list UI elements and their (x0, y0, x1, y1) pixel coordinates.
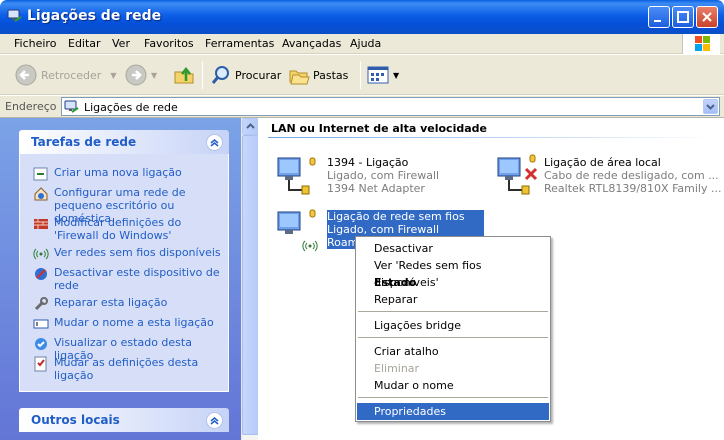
network-tasks-title: Tarefas de rede (31, 135, 137, 149)
chevron-down-icon (706, 104, 715, 110)
close-button[interactable] (696, 6, 718, 28)
task-change-settings[interactable]: Mudar as definições desta ligação (33, 356, 223, 382)
search-icon (211, 66, 229, 84)
folders-icon (289, 70, 310, 85)
new-connection-icon (33, 167, 48, 181)
menu-item-disable[interactable]: Desactivar (357, 240, 549, 257)
connection-name: Ligação de área local (544, 156, 661, 169)
network-tasks-header[interactable]: Tarefas de rede (19, 130, 229, 154)
status-icon (35, 338, 47, 350)
network-adapter-icon (277, 157, 316, 195)
menu-ferramentas[interactable]: Ferramentas (205, 37, 274, 50)
search-button[interactable]: Procurar (210, 64, 281, 86)
menu-item-bridge[interactable]: Ligações bridge (357, 317, 549, 334)
address-label: Endereço (5, 100, 57, 113)
minimize-button[interactable] (648, 6, 670, 28)
menu-item-repair[interactable]: Reparar (357, 291, 549, 308)
views-dropdown-icon: ▼ (393, 70, 400, 80)
settings-icon (34, 356, 47, 372)
home-network-icon (34, 187, 48, 201)
left-pane-scrollbar[interactable] (241, 118, 259, 440)
views-button[interactable]: ▼ (366, 64, 399, 86)
section-divider (268, 137, 718, 138)
menu-item-rename[interactable]: Mudar o nome (357, 377, 549, 394)
toolbar: Retroceder ▼ ▼ Procurar Pastas ▼ (0, 55, 724, 95)
title-bar: Ligações de rede (0, 0, 724, 34)
address-value: Ligações de rede (84, 101, 178, 114)
up-folder-button[interactable] (172, 64, 196, 86)
connection-name: 1394 - Ligação (327, 156, 409, 169)
connection-device: Realtek RTL8139/810X Family ... (544, 182, 722, 195)
task-view-wireless[interactable]: Ver redes sem fios disponíveis (33, 246, 223, 262)
maximize-icon (677, 11, 689, 23)
collapse-icon[interactable] (206, 134, 223, 151)
address-bar: Endereço Ligações de rede (0, 96, 724, 118)
section-title: LAN ou Internet de alta velocidade (271, 122, 487, 135)
task-firewall-settings[interactable]: Modificar definições do 'Firewall do Win… (33, 216, 223, 242)
close-icon (702, 12, 712, 22)
context-menu: Desactivar Ver 'Redes sem fios disponíve… (355, 236, 551, 422)
task-create-connection[interactable]: Criar uma nova ligação (33, 166, 223, 182)
network-connections-icon (7, 9, 22, 22)
address-field[interactable]: Ligações de rede (61, 97, 720, 116)
task-pane: Tarefas de rede Criar uma nova ligação C… (0, 118, 241, 440)
menu-ajuda[interactable]: Ajuda (350, 37, 381, 50)
menu-item-status[interactable]: Estado (357, 274, 549, 291)
menu-item-properties[interactable]: Propriedades (357, 403, 549, 420)
forward-dropdown-icon: ▼ (151, 70, 158, 80)
menu-separator (358, 311, 548, 312)
menu-ficheiro[interactable]: Ficheiro (14, 37, 56, 50)
task-disable-device[interactable]: Desactivar este dispositivo de rede (33, 266, 223, 292)
firewall-icon (34, 219, 48, 229)
toolbar-separator (360, 61, 361, 89)
task-rename-connection[interactable]: Mudar o nome a esta ligação (33, 316, 223, 332)
connection-device: Roam (327, 236, 359, 249)
back-icon (15, 64, 37, 86)
network-adapter-icon (497, 154, 538, 195)
back-button[interactable]: Retroceder ▼ (14, 64, 116, 86)
menu-bar: Ficheiro Editar Ver Favoritos Ferramenta… (0, 34, 724, 54)
menu-separator (358, 337, 548, 338)
menu-item-view-wireless[interactable]: Ver 'Redes sem fios disponíveis' (357, 257, 549, 289)
connection-status: Ligado, com Firewall (327, 223, 484, 236)
rename-icon (33, 319, 49, 329)
scroll-up-button[interactable] (242, 118, 259, 135)
disable-device-icon (35, 268, 47, 280)
network-connections-icon (64, 100, 79, 113)
wireless-adapter-icon (277, 209, 318, 252)
connection-name: Ligação de rede sem fios (327, 210, 484, 223)
forward-button[interactable]: ▼ (124, 64, 157, 86)
connection-device: 1394 Net Adapter (327, 182, 425, 195)
address-dropdown-button[interactable] (703, 99, 718, 114)
other-places-title: Outros locais (31, 413, 120, 427)
menu-separator (358, 397, 548, 398)
collapse-icon[interactable] (206, 412, 223, 429)
up-folder-icon (174, 66, 194, 84)
minimize-icon (654, 20, 661, 22)
window-title: Ligações de rede (27, 8, 162, 24)
menu-editar[interactable]: Editar (68, 37, 101, 50)
chevron-up-icon (246, 123, 255, 129)
folders-button[interactable]: Pastas (288, 64, 348, 86)
menu-item-create-shortcut[interactable]: Criar atalho (357, 343, 549, 360)
maximize-button[interactable] (672, 6, 694, 28)
connection-status: Ligado, com Firewall (327, 169, 440, 182)
menu-ver[interactable]: Ver (112, 37, 130, 50)
menu-favoritos[interactable]: Favoritos (144, 37, 194, 50)
task-repair-connection[interactable]: Reparar esta ligação (33, 296, 223, 312)
other-places-header[interactable]: Outros locais (19, 408, 229, 432)
connection-status: Cabo de rede desligado, com ... (544, 169, 719, 182)
back-dropdown-icon: ▼ (110, 70, 117, 80)
windows-logo-icon (682, 34, 720, 54)
views-icon (367, 66, 389, 84)
scroll-thumb[interactable] (242, 135, 259, 435)
toolbar-separator (202, 61, 203, 89)
wireless-icon (33, 248, 49, 260)
menu-avancadas[interactable]: Avançadas (282, 37, 341, 50)
forward-icon (125, 64, 147, 86)
repair-icon (34, 297, 48, 311)
menu-item-delete[interactable]: Eliminar (357, 360, 549, 377)
